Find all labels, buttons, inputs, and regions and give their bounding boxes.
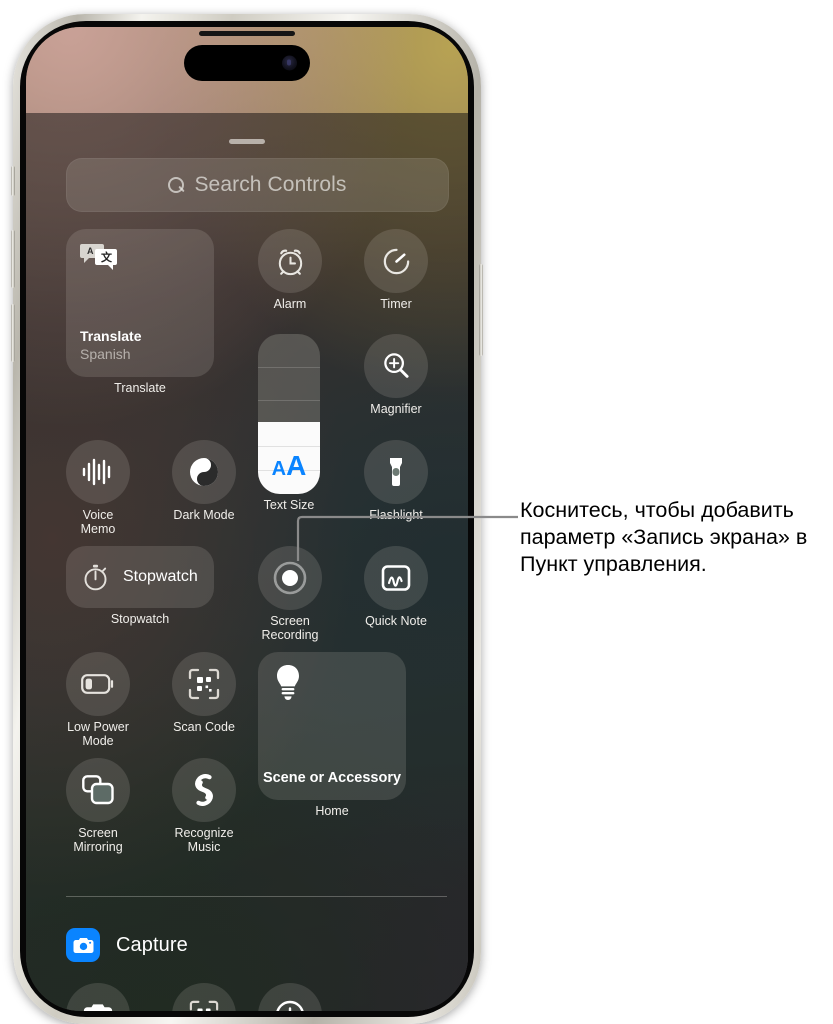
control-screen-recording[interactable]: Screen Recording [258, 546, 322, 642]
waveform-icon [82, 458, 111, 486]
screen-recording-icon [273, 561, 307, 595]
dark-mode-icon [190, 458, 218, 486]
stopwatch-pill-label: Stopwatch [123, 568, 198, 585]
magnifier-label: Magnifier [370, 402, 422, 416]
recognize-music-label: Recognize Music [174, 826, 234, 854]
quick-note-label: Quick Note [365, 614, 427, 628]
quick-note-icon [381, 565, 411, 591]
control-magnifier[interactable]: Magnifier [364, 334, 428, 417]
qr-scan-icon [188, 668, 220, 700]
recognize-music-button[interactable] [172, 758, 236, 822]
home-group-label: Home [315, 804, 349, 818]
dark-mode-label: Dark Mode [173, 508, 235, 522]
control-home[interactable]: Scene or Accessory Home [258, 652, 406, 819]
control-camera-partial[interactable] [66, 983, 130, 1011]
search-placeholder: Search Controls [194, 173, 347, 196]
quick-note-button[interactable] [364, 546, 428, 610]
screen-mirroring-label: Screen Mirroring [73, 826, 123, 854]
alarm-label: Alarm [273, 297, 307, 311]
control-quick-note[interactable]: Quick Note [364, 546, 428, 629]
text-size-glyphs: AA [271, 450, 307, 481]
timer-label: Timer [380, 297, 412, 311]
alarm-button[interactable] [258, 229, 322, 293]
add-control-button[interactable] [258, 983, 322, 1011]
text-size-slider[interactable]: AA [258, 334, 320, 494]
qr-scan-icon [189, 1000, 219, 1011]
capture-section-header: Capture [66, 928, 188, 962]
search-controls-field[interactable]: Search Controls [66, 158, 449, 212]
capture-controls-row-partial [66, 983, 447, 1011]
scan-code-button-2[interactable] [172, 983, 236, 1011]
control-text-size[interactable]: AA Text Size [258, 334, 320, 513]
control-center: Search Controls A 文 Translate Spanish Tr… [26, 113, 468, 1011]
callout-text: Коснитесь, чтобы добавить параметр «Запи… [520, 498, 808, 576]
translate-icon: A 文 [80, 244, 117, 270]
low-power-mode-label: Low Power Mode [67, 720, 129, 748]
control-stopwatch[interactable]: Stopwatch Stopwatch [66, 546, 214, 627]
translate-tile-title: Translate [80, 328, 142, 344]
timer-button[interactable] [364, 229, 428, 293]
magnifier-button[interactable] [364, 334, 428, 398]
dynamic-island[interactable] [184, 45, 310, 81]
text-size-label: Text Size [263, 498, 315, 512]
stopwatch-group-label: Stopwatch [110, 612, 170, 626]
control-dark-mode[interactable]: Dark Mode [172, 440, 236, 523]
earpiece-speaker [199, 31, 295, 36]
translate-group-label: Translate [114, 381, 166, 395]
camera-icon [66, 928, 100, 962]
power-button[interactable] [479, 264, 483, 356]
control-translate[interactable]: A 文 Translate Spanish Translate [66, 229, 214, 396]
home-tile-title: Scene or Accessory [262, 770, 402, 786]
screen-mirroring-button[interactable] [66, 758, 130, 822]
action-button[interactable] [11, 166, 15, 196]
scan-code-button[interactable] [172, 652, 236, 716]
lightbulb-icon [277, 665, 299, 700]
plus-circle-icon [276, 1000, 304, 1011]
capture-section-title: Capture [116, 933, 188, 956]
screen-mirroring-icon [82, 775, 114, 805]
camera-icon [83, 1004, 113, 1011]
svg-text:文: 文 [101, 250, 113, 264]
voice-memo-label: Voice Memo [80, 508, 116, 536]
alarm-clock-icon [278, 249, 302, 275]
control-add-partial[interactable] [258, 983, 322, 1011]
flashlight-button[interactable] [364, 440, 428, 504]
svg-text:A: A [87, 246, 94, 256]
screen-recording-label: Screen Recording [261, 614, 319, 642]
shazam-icon [195, 774, 213, 806]
battery-low-icon [81, 674, 114, 694]
stopwatch-icon [84, 564, 107, 590]
control-voice-memo[interactable]: Voice Memo [66, 440, 130, 536]
dark-mode-button[interactable] [172, 440, 236, 504]
search-icon [168, 176, 185, 194]
control-screen-mirroring[interactable]: Screen Mirroring [66, 758, 130, 854]
control-scan-code-partial[interactable] [172, 983, 236, 1011]
camera-button[interactable] [66, 983, 130, 1011]
device-screen: Search Controls A 文 Translate Spanish Tr… [26, 27, 468, 1011]
control-recognize-music[interactable]: Recognize Music [172, 758, 236, 854]
drag-handle[interactable] [229, 139, 265, 144]
translate-tile[interactable]: A 文 Translate Spanish [66, 229, 214, 377]
stopwatch-pill[interactable]: Stopwatch [66, 546, 214, 608]
control-flashlight[interactable]: Flashlight [364, 440, 428, 523]
low-power-mode-button[interactable] [66, 652, 130, 716]
section-divider [66, 896, 447, 897]
control-scan-code[interactable]: Scan Code [172, 652, 236, 735]
control-timer[interactable]: Timer [364, 229, 428, 312]
control-alarm[interactable]: Alarm [258, 229, 322, 312]
voice-memo-button[interactable] [66, 440, 130, 504]
volume-up-button[interactable] [11, 230, 15, 288]
home-tile[interactable]: Scene or Accessory [258, 652, 406, 800]
flashlight-icon [390, 458, 402, 486]
scan-code-label: Scan Code [173, 720, 235, 734]
volume-down-button[interactable] [11, 304, 15, 362]
timer-icon [383, 248, 409, 274]
flashlight-label: Flashlight [369, 508, 423, 522]
translate-tile-subtitle: Spanish [80, 346, 131, 362]
control-low-power-mode[interactable]: Low Power Mode [66, 652, 130, 748]
screen-recording-button[interactable] [258, 546, 322, 610]
magnifier-icon [384, 353, 409, 378]
iphone-device: Search Controls A 文 Translate Spanish Tr… [11, 14, 483, 1024]
front-camera-icon [282, 55, 297, 71]
